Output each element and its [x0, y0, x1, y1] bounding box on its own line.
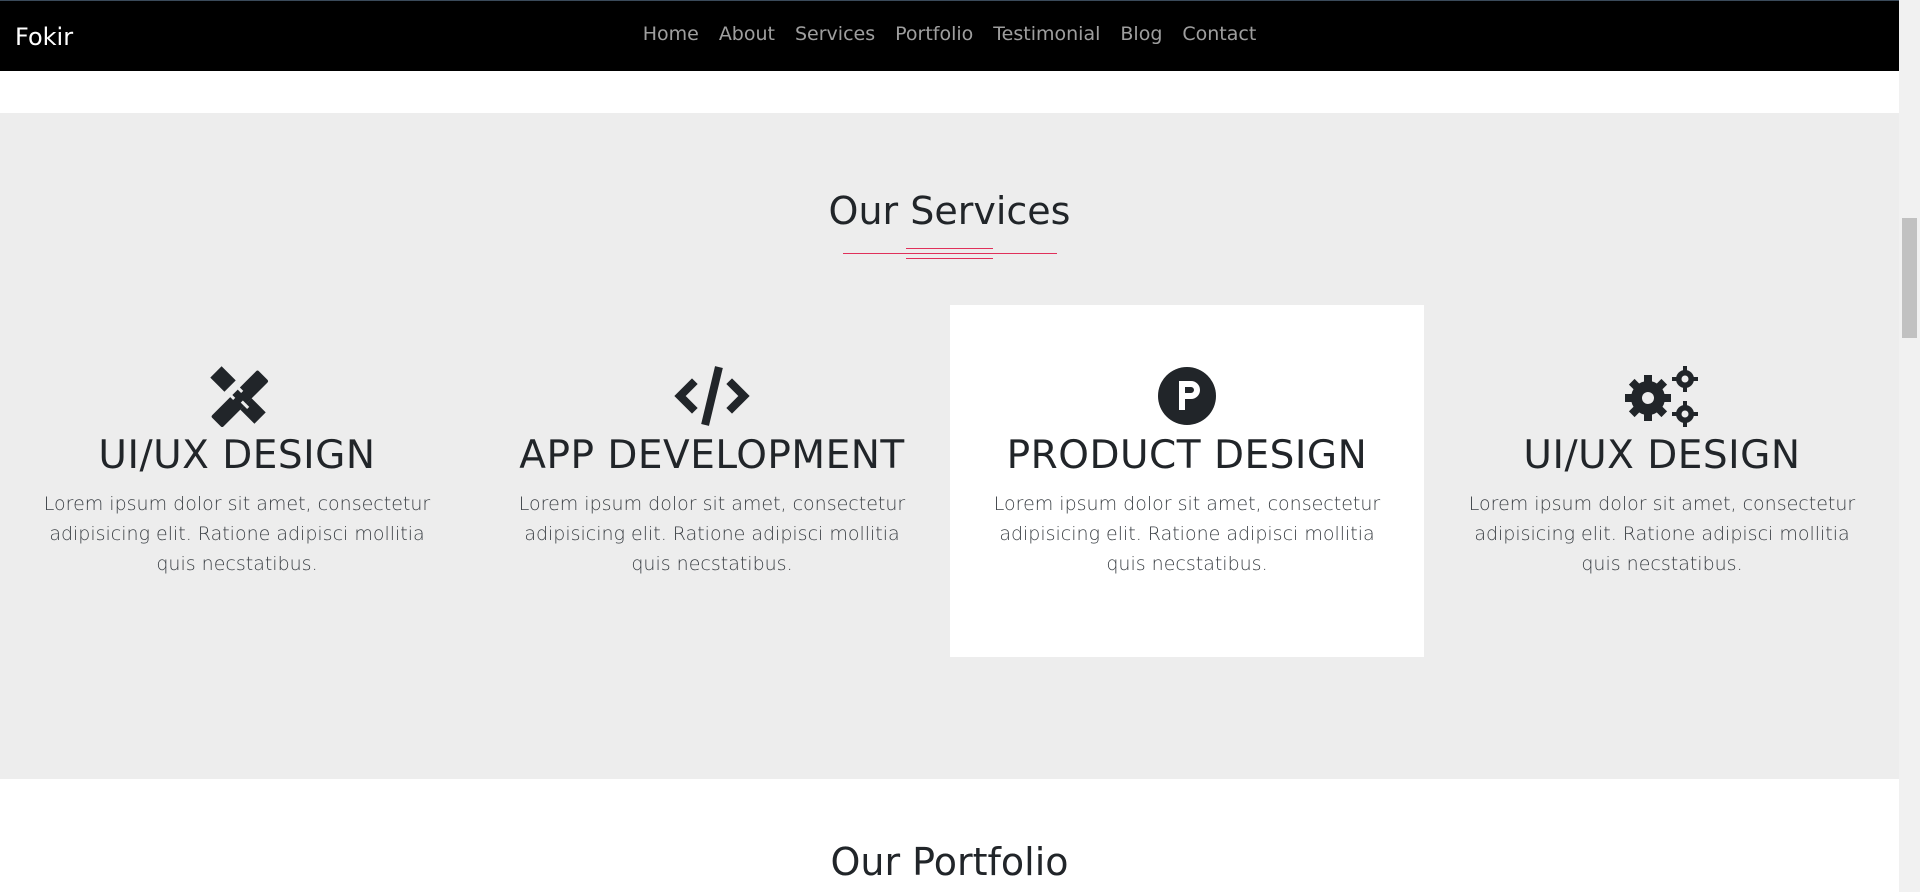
gears-icon: [1425, 365, 1899, 427]
navbar: Fokir Home About Services Portfolio Test…: [0, 0, 1899, 71]
nav-menu: Home About Services Portfolio Testimonia…: [0, 23, 1899, 45]
service-description: Lorem ipsum dolor sit amet, consectetur …: [43, 493, 431, 575]
pencil-ruler-icon: [0, 365, 474, 427]
service-description: Lorem ipsum dolor sit amet, consectetur …: [518, 493, 906, 575]
service-description: Lorem ipsum dolor sit amet, consectetur …: [1468, 493, 1856, 575]
services-cards: UI/UX DESIGN Lorem ipsum dolor sit amet,…: [0, 305, 1899, 657]
service-title: APP DEVELOPMENT: [519, 433, 905, 478]
product-hunt-icon: [950, 365, 1424, 427]
nav-link-about[interactable]: About: [709, 23, 785, 45]
service-card[interactable]: UI/UX DESIGN Lorem ipsum dolor sit amet,…: [1425, 305, 1899, 657]
service-title: PRODUCT DESIGN: [1006, 433, 1368, 478]
page-scrollbar[interactable]: [1899, 0, 1920, 892]
nav-link-testimonial[interactable]: Testimonial: [983, 23, 1110, 45]
service-card-active[interactable]: PRODUCT DESIGN Lorem ipsum dolor sit ame…: [950, 305, 1424, 657]
nav-link-contact[interactable]: Contact: [1172, 23, 1266, 45]
services-title: Our Services: [828, 189, 1071, 233]
nav-link-portfolio[interactable]: Portfolio: [885, 23, 983, 45]
title-underline: [843, 245, 1057, 259]
nav-link-services[interactable]: Services: [785, 23, 885, 45]
scrollbar-thumb[interactable]: [1902, 218, 1917, 338]
code-icon: [475, 365, 949, 427]
portfolio-title: Our Portfolio: [830, 840, 1069, 884]
service-title: UI/UX DESIGN: [1523, 433, 1801, 478]
service-card[interactable]: APP DEVELOPMENT Lorem ipsum dolor sit am…: [475, 305, 949, 657]
service-title: UI/UX DESIGN: [98, 433, 376, 478]
service-description: Lorem ipsum dolor sit amet, consectetur …: [993, 493, 1381, 575]
nav-link-blog[interactable]: Blog: [1110, 23, 1172, 45]
services-section: Our Services UI/UX DESIGN Lorem ipsum do…: [0, 113, 1899, 779]
service-card[interactable]: UI/UX DESIGN Lorem ipsum dolor sit amet,…: [0, 305, 474, 657]
nav-link-home[interactable]: Home: [633, 23, 709, 45]
